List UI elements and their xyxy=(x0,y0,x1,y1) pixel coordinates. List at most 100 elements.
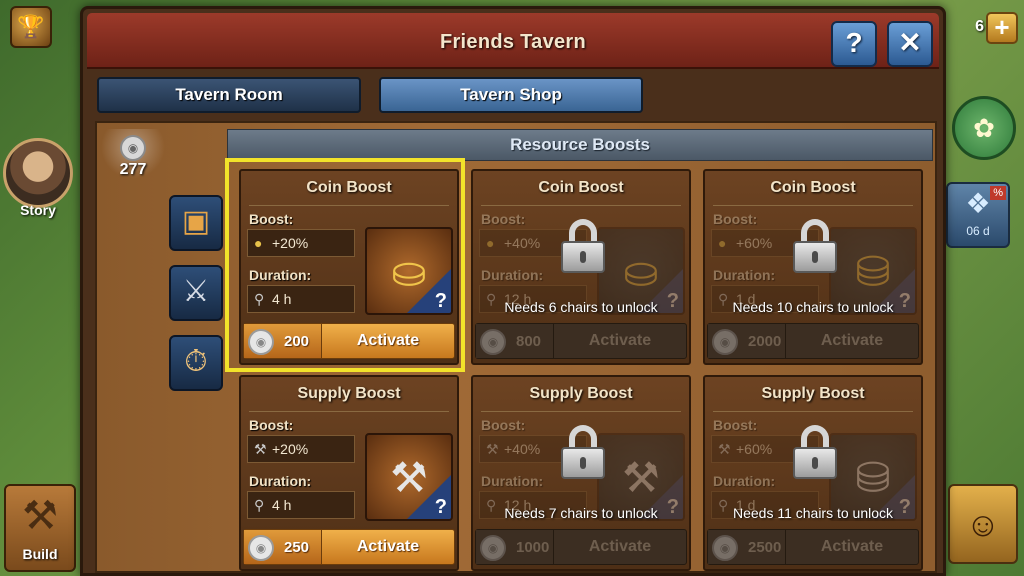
category-swords-button[interactable]: ⚔ xyxy=(169,265,223,321)
activate-button[interactable]: ◉ 200 Activate xyxy=(243,323,455,359)
build-button[interactable]: ⚒ Build xyxy=(4,484,76,572)
activate-label: Activate xyxy=(820,538,884,555)
coin-icon: ● xyxy=(254,235,263,251)
activate-label: Activate xyxy=(588,332,652,349)
activate-label: Activate xyxy=(356,538,420,555)
boost-value: +60% xyxy=(736,235,773,251)
card-divider xyxy=(481,411,681,412)
trophy-icon[interactable]: 🏆 xyxy=(10,6,52,48)
activate-label: Activate xyxy=(588,538,652,555)
boost-label: Boost: xyxy=(249,417,294,433)
coin-icon: ● xyxy=(718,235,727,251)
boost-value: +20% xyxy=(272,235,309,251)
friends-tavern-window: Friends Tavern ? ✕ Tavern Room Tavern Sh… xyxy=(80,6,946,576)
tavern-silver-value: 277 xyxy=(119,161,147,178)
padlock-icon xyxy=(793,219,837,273)
boost-label: Boost: xyxy=(481,211,526,227)
card-title: Supply Boost xyxy=(297,385,401,402)
duration-label: Duration: xyxy=(713,267,776,283)
lock-requirement-text: Needs 11 chairs to unlock xyxy=(732,505,894,521)
tab-tavern-room[interactable]: Tavern Room xyxy=(97,77,361,113)
cost-section: ◉ 2500 xyxy=(708,530,786,564)
tavern-silver-icon: ◉ xyxy=(480,535,506,561)
cost-value: 200 xyxy=(284,333,310,350)
lock-requirement-text: Needs 10 chairs to unlock xyxy=(732,299,894,315)
activate-label: Activate xyxy=(820,332,884,349)
story-label: Story xyxy=(20,202,56,218)
shop-sidebar: ◉ 277 ▣ ⚔ ⏱ xyxy=(97,123,225,571)
pin-icon: ⚲ xyxy=(254,497,265,513)
boost-card-coin-1: Coin Boost Boost: ● +20% Duration: ⚲ 4 h ⛀… xyxy=(239,169,459,365)
boost-value-box: ⚒ +20% xyxy=(247,435,355,463)
card-title: Coin Boost xyxy=(538,179,624,196)
tab-tavern-shop[interactable]: Tavern Shop xyxy=(379,77,643,113)
question-icon[interactable]: ? xyxy=(435,289,447,313)
cost-value: 250 xyxy=(284,539,310,556)
timer-value: 06 d xyxy=(966,224,990,238)
tavern-silver-icon: ◉ xyxy=(480,329,506,355)
cost-section: ◉ 250 xyxy=(244,530,322,564)
tavern-silver-display: ◉ 277 xyxy=(101,129,165,189)
cost-value: 2000 xyxy=(748,333,782,350)
tavern-silver-icon: ◉ xyxy=(712,329,738,355)
stopwatch-icon: ⏱ xyxy=(184,345,208,378)
coin-boost-art[interactable]: ⛀? xyxy=(365,227,453,315)
duration-label: Duration: xyxy=(481,267,544,283)
tools-icon: ⚒ xyxy=(254,441,267,457)
title-bar: Friends Tavern ? ✕ xyxy=(87,13,939,69)
cost-value: 1000 xyxy=(516,539,550,556)
duration-value: 4 h xyxy=(272,291,292,307)
activate-button[interactable]: ◉ 250 Activate xyxy=(243,529,455,565)
lock-requirement-text: Needs 7 chairs to unlock xyxy=(504,505,658,521)
supply-boost-art[interactable]: ⚒? xyxy=(365,433,453,521)
tavern-silver-icon: ◉ xyxy=(248,535,274,561)
duration-value: 4 h xyxy=(272,497,292,513)
boost-card-coin-3: Coin Boost Boost: ● +60% Duration: ⚲ 1 d ⛁… xyxy=(703,169,923,365)
flower-icon[interactable]: ✿ xyxy=(952,96,1016,160)
event-timer-badge[interactable]: % ❖ 06 d xyxy=(946,182,1010,248)
boost-value: +40% xyxy=(504,441,541,457)
activate-label: Activate xyxy=(356,332,420,349)
boost-card-supply-3: Supply Boost Boost: ⚒ +60% Duration: ⚲ 1 d… xyxy=(703,375,923,571)
padlock-icon xyxy=(561,425,605,479)
help-button[interactable]: ? xyxy=(831,21,877,67)
boost-card-supply-1: Supply Boost Boost: ⚒ +20% Duration: ⚲ 4 h… xyxy=(239,375,459,571)
activate-button-disabled: ◉ 800 Activate xyxy=(475,323,687,359)
cost-section: ◉ 200 xyxy=(244,324,322,358)
card-title: Supply Boost xyxy=(761,385,865,402)
boost-value: +20% xyxy=(272,441,309,457)
activate-button-disabled: ◉ 2000 Activate xyxy=(707,323,919,359)
card-title: Coin Boost xyxy=(770,179,856,196)
cost-value: 800 xyxy=(516,333,542,350)
card-title: Supply Boost xyxy=(529,385,633,402)
boost-value-box: ● +20% xyxy=(247,229,355,257)
boost-label: Boost: xyxy=(713,417,758,433)
advisors-portrait[interactable]: ☺ xyxy=(948,484,1018,564)
card-title: Coin Boost xyxy=(306,179,392,196)
activate-button-disabled: ◉ 1000 Activate xyxy=(475,529,687,565)
duration-label: Duration: xyxy=(481,473,544,489)
lock-requirement-text: Needs 6 chairs to unlock xyxy=(504,299,658,315)
hammer-icon: ⚒ xyxy=(22,494,58,538)
boost-label: Boost: xyxy=(249,211,294,227)
top-right-counter: 6 xyxy=(975,18,984,35)
boost-label: Boost: xyxy=(481,417,526,433)
tools-icon: ⚒ xyxy=(718,441,731,457)
plus-button[interactable]: + xyxy=(986,12,1018,44)
card-divider xyxy=(249,205,449,206)
close-button[interactable]: ✕ xyxy=(887,21,933,67)
coin-icon: ● xyxy=(486,235,495,251)
duration-label: Duration: xyxy=(249,267,312,283)
boost-value: +40% xyxy=(504,235,541,251)
cost-section: ◉ 2000 xyxy=(708,324,786,358)
category-crate-button[interactable]: ▣ xyxy=(169,195,223,251)
duration-value-box: ⚲ 4 h xyxy=(247,491,355,519)
question-icon[interactable]: ? xyxy=(435,495,447,519)
story-button[interactable]: Story xyxy=(0,138,76,218)
tavern-silver-icon: ◉ xyxy=(120,135,146,161)
pin-icon: ⚲ xyxy=(254,291,265,307)
section-header: Resource Boosts xyxy=(227,129,933,161)
category-stopwatch-button[interactable]: ⏱ xyxy=(169,335,223,391)
card-divider xyxy=(249,411,449,412)
tools-icon: ⚒ xyxy=(486,441,499,457)
